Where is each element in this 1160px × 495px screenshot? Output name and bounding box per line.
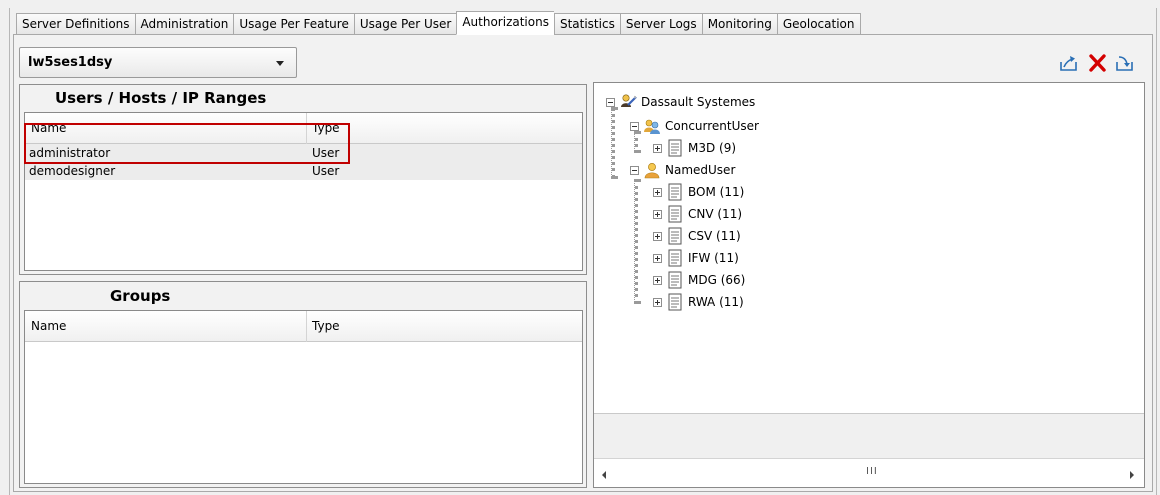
highlight-box: [24, 123, 350, 164]
table-row[interactable]: demodesigner User: [25, 162, 582, 180]
expand-icon[interactable]: [653, 231, 662, 241]
server-select[interactable]: lw5ses1dsy: [19, 47, 297, 78]
tree-node-license[interactable]: MDG (66): [653, 270, 745, 290]
tree-node-root[interactable]: Dassault Systemes: [606, 92, 755, 112]
tree-node-named-user[interactable]: NamedUser: [630, 160, 735, 180]
collapse-icon[interactable]: [606, 97, 615, 107]
tree-label: MDG (66): [688, 273, 746, 287]
scroll-right-icon[interactable]: [1130, 471, 1134, 479]
expand-icon[interactable]: [653, 297, 662, 307]
users-group-icon: [643, 117, 661, 135]
tree-connector: [634, 179, 638, 304]
document-icon: [666, 271, 684, 289]
tree-label: Dassault Systemes: [641, 95, 756, 109]
row-name: demodesigner: [29, 164, 116, 178]
collapse-icon[interactable]: [630, 165, 639, 175]
document-icon: [666, 205, 684, 223]
tree-node-license[interactable]: CNV (11): [653, 204, 742, 224]
tab-usage-per-feature[interactable]: Usage Per Feature: [233, 13, 354, 35]
row-type: User: [312, 164, 340, 178]
document-icon: [666, 293, 684, 311]
tab-authorizations[interactable]: Authorizations: [456, 11, 554, 35]
tree-detail-area: [594, 413, 1144, 458]
users-panel: Users / Hosts / IP Ranges Name Type admi…: [19, 84, 587, 275]
tree-connector: [611, 107, 615, 179]
expand-icon[interactable]: [653, 253, 662, 263]
tree-node-license[interactable]: M3D (9): [653, 138, 736, 158]
user-icon: [643, 161, 661, 179]
tree-node-license[interactable]: IFW (11): [653, 248, 739, 268]
tree-node-license[interactable]: RWA (11): [653, 292, 744, 312]
tree-label: ConcurrentUser: [665, 119, 759, 133]
company-user-icon: [619, 93, 637, 111]
groups-table: Name Type: [24, 310, 583, 484]
expand-icon[interactable]: [653, 275, 662, 285]
column-divider[interactable]: [306, 311, 307, 342]
tree-label: RWA (11): [688, 295, 744, 309]
tree-label: BOM (11): [688, 185, 745, 199]
users-panel-title: Users / Hosts / IP Ranges: [55, 89, 267, 107]
tab-monitoring[interactable]: Monitoring: [701, 13, 777, 35]
export-icon[interactable]: [1058, 53, 1080, 73]
tree-label: M3D (9): [688, 141, 737, 155]
tab-bar: Server Definitions Administration Usage …: [16, 11, 861, 35]
tree-label: IFW (11): [688, 251, 739, 265]
document-icon: [666, 227, 684, 245]
scroll-thumb-grip[interactable]: III: [866, 466, 878, 477]
delete-icon[interactable]: [1087, 53, 1109, 73]
tree-label: CSV (11): [688, 229, 741, 243]
tab-server-logs[interactable]: Server Logs: [619, 13, 702, 35]
groups-table-header: Name Type: [25, 311, 582, 342]
column-header-type[interactable]: Type: [312, 311, 340, 342]
chevron-down-icon: [276, 61, 284, 66]
scroll-left-icon[interactable]: [602, 471, 606, 479]
tab-administration[interactable]: Administration: [134, 13, 234, 35]
tree-node-license[interactable]: BOM (11): [653, 182, 744, 202]
tab-server-definitions[interactable]: Server Definitions: [16, 13, 135, 35]
license-tree-panel: Dassault Systemes ConcurrentUser M3D (9): [593, 82, 1145, 488]
document-icon: [666, 183, 684, 201]
tab-usage-per-user[interactable]: Usage Per User: [353, 13, 457, 35]
expand-icon[interactable]: [653, 209, 662, 219]
tree-label: CNV (11): [688, 207, 743, 221]
expand-icon[interactable]: [653, 187, 662, 197]
tree-node-concurrent-user[interactable]: ConcurrentUser: [630, 116, 759, 136]
tree-node-license[interactable]: CSV (11): [653, 226, 741, 246]
tree-label: NamedUser: [665, 163, 736, 177]
import-icon[interactable]: [1114, 53, 1136, 73]
server-select-value: lw5ses1dsy: [28, 55, 113, 70]
horizontal-scrollbar[interactable]: III: [594, 458, 1144, 487]
groups-panel: Groups Name Type: [19, 281, 587, 488]
groups-panel-title: Groups: [110, 287, 171, 305]
document-icon: [666, 249, 684, 267]
column-header-name[interactable]: Name: [31, 311, 66, 342]
expand-icon[interactable]: [653, 143, 662, 153]
tab-statistics[interactable]: Statistics: [553, 13, 620, 35]
document-icon: [666, 139, 684, 157]
collapse-icon[interactable]: [630, 121, 639, 131]
tab-geolocation[interactable]: Geolocation: [776, 13, 861, 35]
